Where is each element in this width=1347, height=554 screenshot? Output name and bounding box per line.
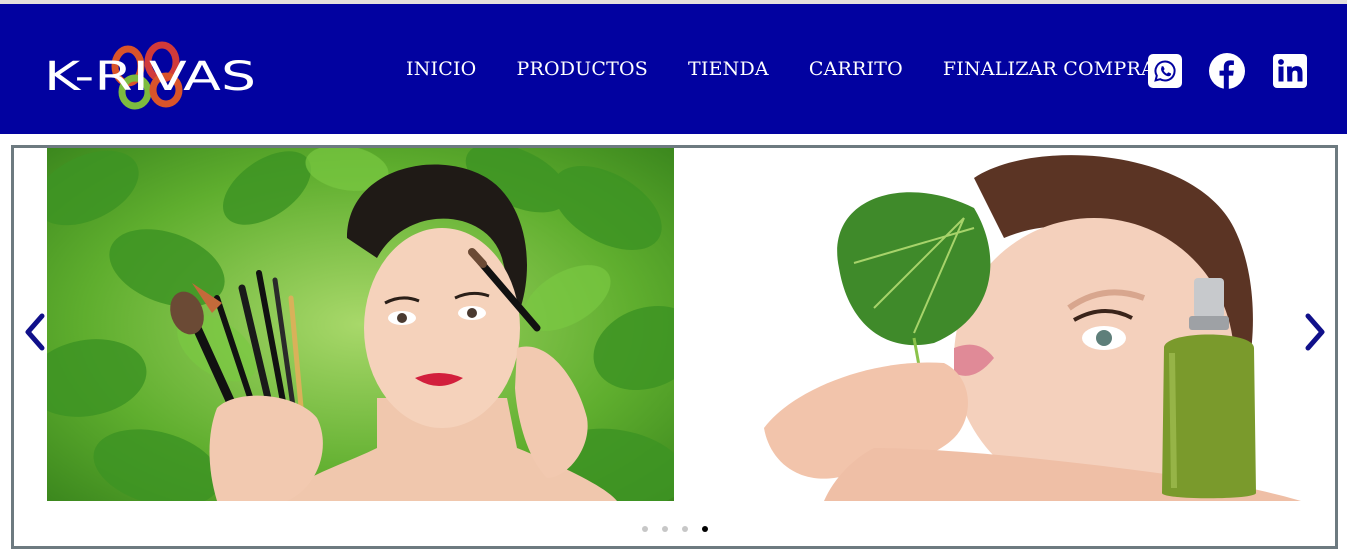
- facebook-icon[interactable]: [1209, 53, 1245, 89]
- linkedin-icon[interactable]: [1272, 53, 1308, 89]
- slide-makeup-brushes[interactable]: [47, 148, 674, 501]
- whatsapp-icon[interactable]: [1147, 53, 1183, 89]
- pagination-dot[interactable]: [661, 526, 668, 532]
- slider-prev-button[interactable]: [20, 310, 50, 354]
- pagination-dot[interactable]: [681, 526, 688, 532]
- site-header: K-RIVAS INICIO PRODUCTOS TIENDA CARRITO …: [0, 4, 1347, 134]
- pagination-dot[interactable]: [641, 526, 648, 532]
- chevron-right-icon: [1305, 313, 1325, 351]
- nav-item-tienda[interactable]: TIENDA: [674, 52, 783, 86]
- nav-item-productos[interactable]: PRODUCTOS: [502, 52, 662, 86]
- nav-item-finalizar-compra[interactable]: FINALIZAR COMPRA: [929, 52, 1169, 86]
- nav-item-carrito[interactable]: CARRITO: [795, 52, 917, 86]
- pagination-dot-active[interactable]: [701, 526, 708, 532]
- image-slider: [11, 145, 1338, 549]
- slider-pagination: [14, 526, 1335, 532]
- svg-text:K-RIVAS: K-RIVAS: [44, 54, 256, 100]
- nav-item-inicio[interactable]: INICIO: [392, 52, 490, 86]
- slider-next-button[interactable]: [1300, 310, 1330, 354]
- logo[interactable]: K-RIVAS: [40, 28, 260, 114]
- slide-leaf-bottle[interactable]: [674, 148, 1301, 501]
- chevron-left-icon: [25, 313, 45, 351]
- main-nav: INICIO PRODUCTOS TIENDA CARRITO FINALIZA…: [392, 52, 1169, 86]
